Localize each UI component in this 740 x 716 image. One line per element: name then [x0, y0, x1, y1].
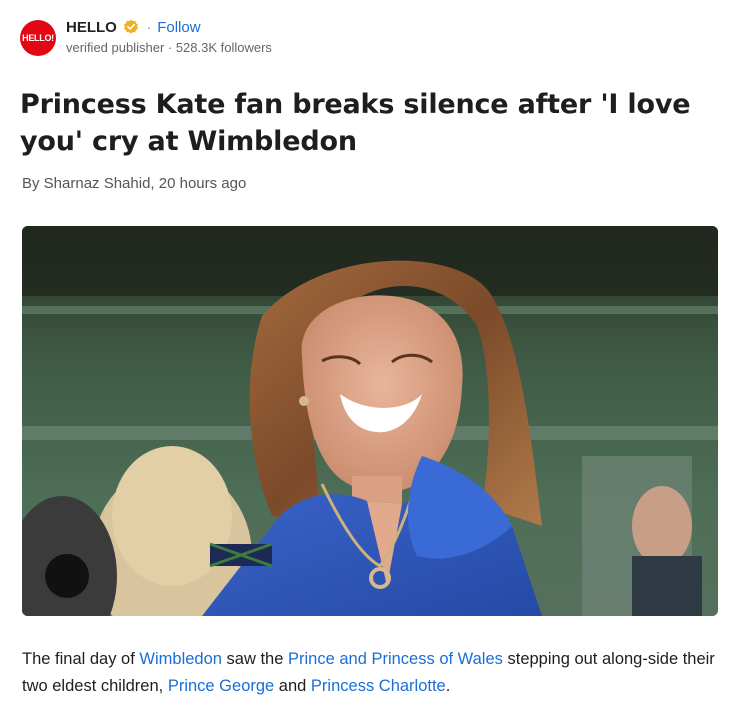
paragraph-text-1: The final day of: [22, 650, 140, 668]
publisher-info: HELLO · Follow verified publisher · 528.…: [66, 16, 272, 56]
paragraph-text-5: .: [445, 677, 451, 695]
link-prince-princess-of-wales[interactable]: Prince and Princess of Wales: [288, 650, 503, 668]
link-wimbledon[interactable]: Wimbledon: [139, 650, 222, 668]
paragraph-text-4: and: [274, 677, 311, 695]
hero-image[interactable]: [22, 226, 718, 616]
publisher-header: HELLO! HELLO · Follow verified publisher…: [20, 16, 272, 62]
follow-button[interactable]: Follow: [157, 19, 200, 36]
article-headline: Princess Kate fan breaks silence after '…: [20, 89, 691, 157]
hero-photo-illustration: [22, 226, 718, 616]
paragraph-text-2: saw the: [221, 650, 288, 668]
article-byline: By Sharnaz Shahid, 20 hours ago: [22, 175, 247, 192]
article-paragraph: The final day of Wimbledon saw the Princ…: [22, 646, 718, 700]
verified-badge-icon: [123, 19, 139, 35]
link-prince-george[interactable]: Prince George: [168, 677, 274, 695]
publisher-name[interactable]: HELLO: [66, 19, 117, 36]
publisher-meta: verified publisher · 528.3K followers: [66, 40, 272, 55]
separator-dot: ·: [146, 19, 152, 35]
publisher-top-row: HELLO · Follow: [66, 16, 272, 38]
link-princess-charlotte[interactable]: Princess Charlotte: [311, 677, 446, 695]
publisher-logo[interactable]: HELLO!: [20, 20, 56, 56]
